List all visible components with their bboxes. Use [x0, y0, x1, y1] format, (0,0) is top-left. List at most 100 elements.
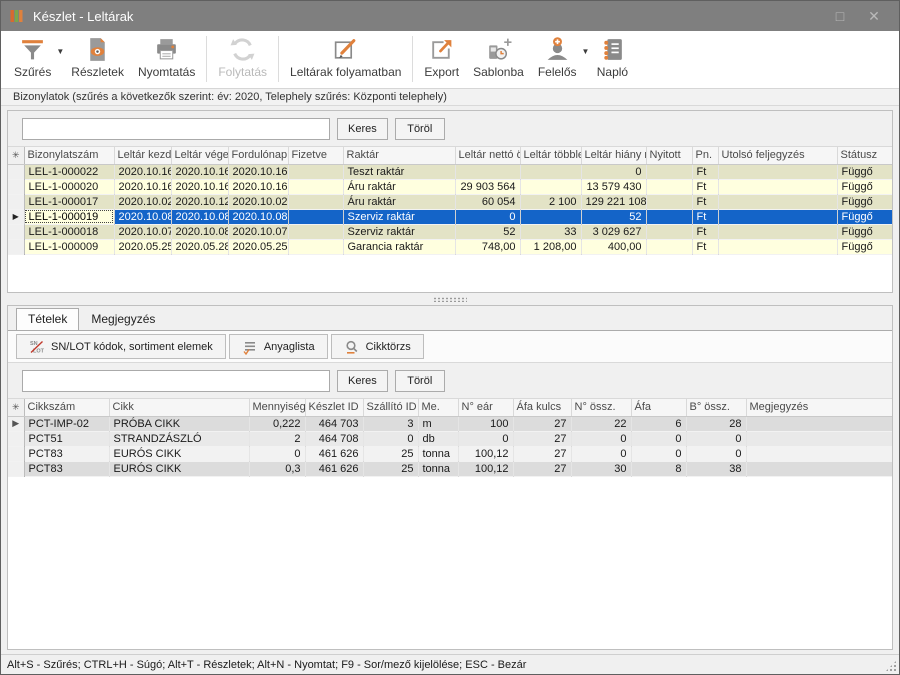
- cell[interactable]: 3 029 627: [581, 224, 646, 239]
- cell[interactable]: Áru raktár: [343, 194, 455, 209]
- column-header[interactable]: Szállító ID: [363, 399, 418, 416]
- tab-tetelek[interactable]: Tételek: [16, 308, 79, 331]
- cell[interactable]: 30: [571, 461, 631, 476]
- cell[interactable]: [746, 461, 892, 476]
- cell[interactable]: 2020.10.02: [228, 194, 288, 209]
- cell[interactable]: [288, 179, 343, 194]
- maximize-button[interactable]: □: [823, 3, 857, 29]
- cell[interactable]: LEL-1-000019: [24, 209, 114, 224]
- cell[interactable]: 2020.10.02: [114, 194, 171, 209]
- cell[interactable]: tonna: [418, 461, 458, 476]
- cell[interactable]: 2020.05.25: [228, 239, 288, 254]
- cell[interactable]: 13 579 430: [581, 179, 646, 194]
- cell[interactable]: 0: [581, 164, 646, 179]
- cell[interactable]: 0: [455, 209, 520, 224]
- cell[interactable]: 0: [249, 446, 305, 461]
- details-button[interactable]: Részletek: [64, 33, 131, 88]
- column-header[interactable]: Fizetve: [288, 147, 343, 164]
- log-button[interactable]: Napló: [589, 33, 635, 88]
- cell[interactable]: 0: [571, 446, 631, 461]
- cell[interactable]: [646, 179, 692, 194]
- tab-megjegyzes[interactable]: Megjegyzés: [79, 308, 167, 331]
- cell[interactable]: [746, 416, 892, 431]
- cell[interactable]: LEL-1-000017: [24, 194, 114, 209]
- print-button[interactable]: Nyomtatás: [131, 33, 202, 88]
- cell[interactable]: [646, 194, 692, 209]
- cell[interactable]: 2020.10.08: [114, 209, 171, 224]
- cell[interactable]: 2020.05.25: [114, 239, 171, 254]
- column-header[interactable]: Mennyiség: [249, 399, 305, 416]
- cell[interactable]: [288, 209, 343, 224]
- cell[interactable]: 2020.10.16: [114, 179, 171, 194]
- inventories-in-progress-button[interactable]: Leltárak folyamatban: [283, 33, 408, 88]
- cell[interactable]: 25: [363, 446, 418, 461]
- cell[interactable]: EURÓS CIKK: [109, 461, 249, 476]
- table-row[interactable]: PCT83EURÓS CIKK0,3461 62625tonna100,1227…: [8, 461, 892, 476]
- cell[interactable]: Függő: [837, 209, 892, 224]
- cell[interactable]: db: [418, 431, 458, 446]
- items-search-input[interactable]: [22, 370, 330, 392]
- column-header[interactable]: Cikk: [109, 399, 249, 416]
- cell[interactable]: LEL-1-000022: [24, 164, 114, 179]
- column-header[interactable]: N° eár: [458, 399, 513, 416]
- cell[interactable]: [718, 179, 837, 194]
- cell[interactable]: Függő: [837, 224, 892, 239]
- column-header[interactable]: Pn.: [692, 147, 718, 164]
- cell[interactable]: [718, 209, 837, 224]
- cell[interactable]: 0: [571, 431, 631, 446]
- cell[interactable]: [288, 164, 343, 179]
- cell[interactable]: [718, 239, 837, 254]
- cell[interactable]: LEL-1-000020: [24, 179, 114, 194]
- table-row[interactable]: LEL-1-0000092020.05.252020.05.282020.05.…: [8, 239, 892, 254]
- cell[interactable]: Ft: [692, 239, 718, 254]
- cell[interactable]: m: [418, 416, 458, 431]
- table-row[interactable]: ▶PCT-IMP-02PRÓBA CIKK0,222464 7033m10027…: [8, 416, 892, 431]
- snlot-button[interactable]: SNLOT SN/LOT kódok, sortiment elemek: [16, 334, 226, 359]
- cell[interactable]: [646, 164, 692, 179]
- cell[interactable]: 129 221 108: [581, 194, 646, 209]
- cell[interactable]: Ft: [692, 209, 718, 224]
- cell[interactable]: 2020.10.12: [171, 194, 228, 209]
- cell[interactable]: 27: [513, 431, 571, 446]
- table-row[interactable]: ▶LEL-1-0000192020.10.082020.10.082020.10…: [8, 209, 892, 224]
- cell[interactable]: 2020.10.07: [228, 224, 288, 239]
- cell[interactable]: [520, 209, 581, 224]
- cell[interactable]: [646, 239, 692, 254]
- cell[interactable]: Ft: [692, 224, 718, 239]
- column-header[interactable]: Leltár többlet: [520, 147, 581, 164]
- cell[interactable]: 400,00: [581, 239, 646, 254]
- cell[interactable]: 8: [631, 461, 686, 476]
- cell[interactable]: 52: [455, 224, 520, 239]
- cell[interactable]: PCT-IMP-02: [24, 416, 109, 431]
- column-header[interactable]: Nyitott: [646, 147, 692, 164]
- cell[interactable]: 33: [520, 224, 581, 239]
- cell[interactable]: 28: [686, 416, 746, 431]
- cell[interactable]: Függő: [837, 179, 892, 194]
- column-header[interactable]: Cikkszám: [24, 399, 109, 416]
- responsible-dropdown-icon[interactable]: ▼: [582, 47, 590, 56]
- cell[interactable]: Ft: [692, 179, 718, 194]
- cell[interactable]: 461 626: [305, 446, 363, 461]
- cell[interactable]: 3: [363, 416, 418, 431]
- table-row[interactable]: LEL-1-0000172020.10.022020.10.122020.10.…: [8, 194, 892, 209]
- cell[interactable]: [520, 164, 581, 179]
- cell[interactable]: 2020.10.16: [114, 164, 171, 179]
- cell[interactable]: 0,222: [249, 416, 305, 431]
- cell[interactable]: [746, 431, 892, 446]
- cell[interactable]: Szerviz raktár: [343, 209, 455, 224]
- cell[interactable]: [288, 239, 343, 254]
- column-header[interactable]: Fordulónap: [228, 147, 288, 164]
- cell[interactable]: 2020.10.16: [171, 164, 228, 179]
- cell[interactable]: [718, 224, 837, 239]
- documents-clear-button[interactable]: Töröl: [395, 118, 445, 140]
- table-row[interactable]: PCT83EURÓS CIKK0461 62625tonna100,122700…: [8, 446, 892, 461]
- column-header[interactable]: Me.: [418, 399, 458, 416]
- cell[interactable]: [520, 179, 581, 194]
- cell[interactable]: 2020.10.07: [114, 224, 171, 239]
- column-header[interactable]: Leltár vége: [171, 147, 228, 164]
- cell[interactable]: 22: [571, 416, 631, 431]
- cell[interactable]: PCT51: [24, 431, 109, 446]
- cell[interactable]: PRÓBA CIKK: [109, 416, 249, 431]
- column-header[interactable]: Státusz: [837, 147, 892, 164]
- table-row[interactable]: LEL-1-0000222020.10.162020.10.162020.10.…: [8, 164, 892, 179]
